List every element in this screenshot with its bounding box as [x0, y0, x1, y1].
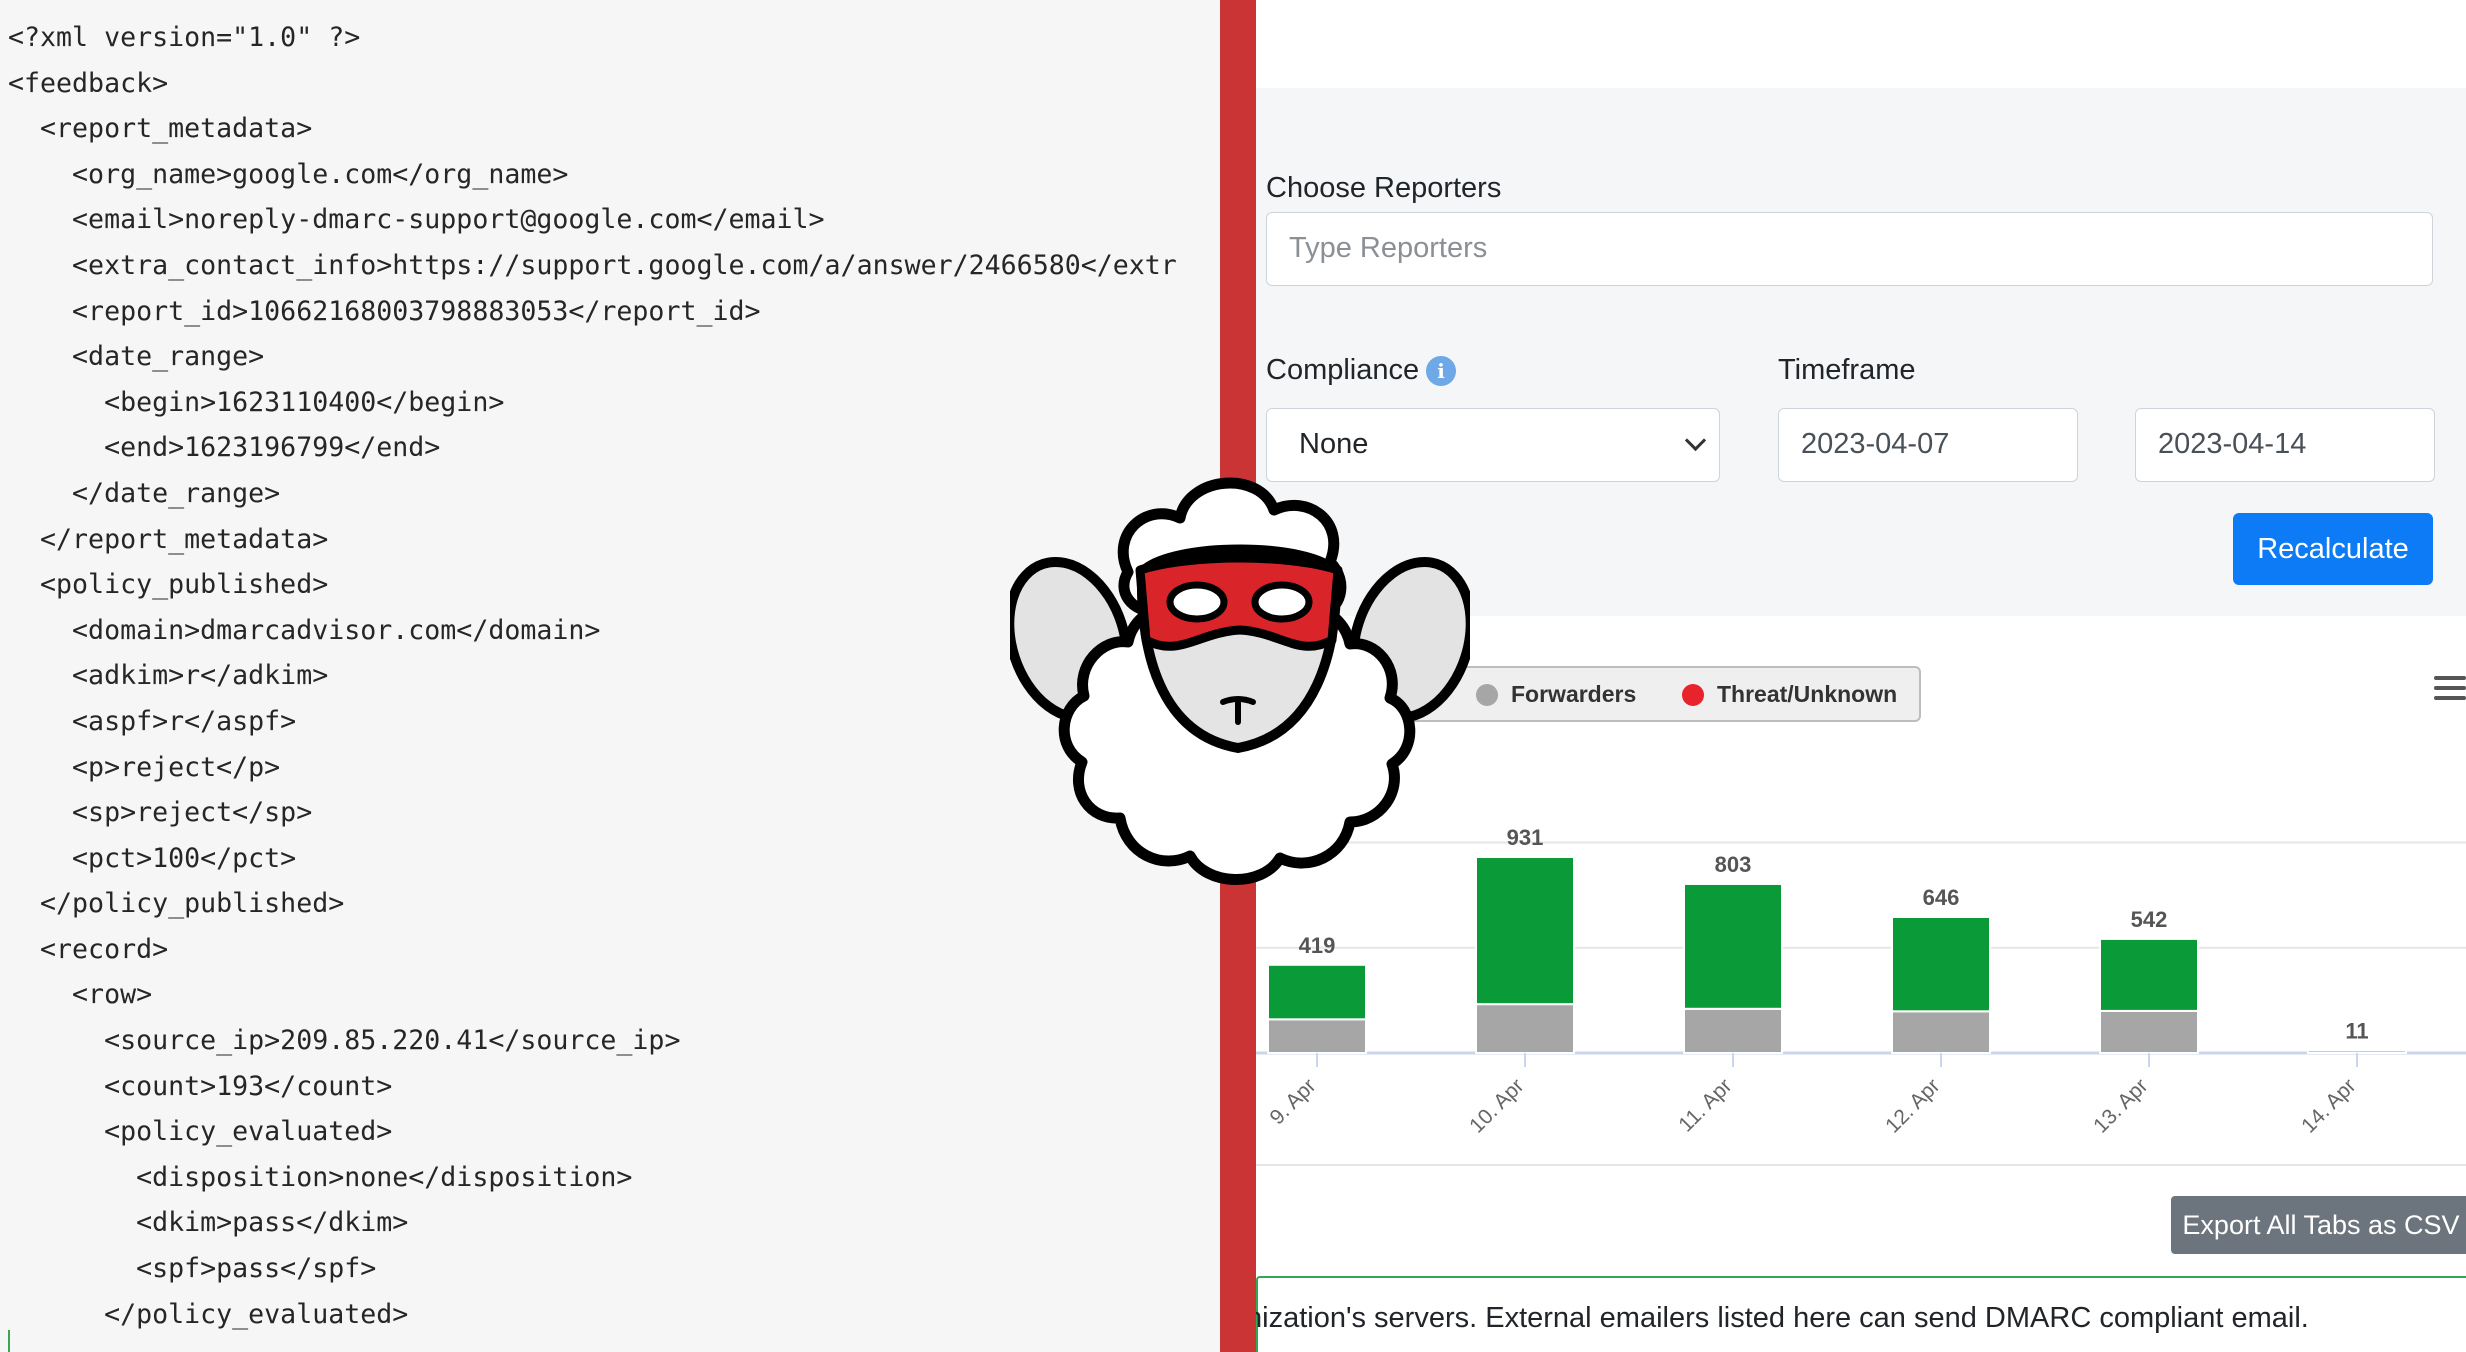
- bar-segment-compliant[interactable]: [1891, 916, 1991, 1013]
- xml-line: </policy_published>: [8, 888, 345, 920]
- xml-line: <report_id>10662168003798883053</report_…: [8, 295, 761, 327]
- legend-item-forwarders[interactable]: Forwarders: [1476, 668, 1636, 720]
- xml-line: <spf>pass</spf>: [8, 1253, 377, 1285]
- xml-line: <end>1623196799</end>: [8, 432, 441, 464]
- xml-code-block: <?xml version="1.0" ?> <feedback> <report…: [8, 15, 1177, 1337]
- notice-text: nization's servers. External emailers li…: [1256, 1302, 2309, 1334]
- info-icon[interactable]: i: [1426, 356, 1456, 386]
- bar-total-label: 11: [2345, 1019, 2368, 1044]
- bar-total-label: 419: [1299, 933, 1336, 958]
- xml-line: <report_metadata>: [8, 113, 313, 145]
- x-tick-label: 10. Apr: [1465, 1074, 1528, 1137]
- bar-segment-forwarders[interactable]: [1475, 1003, 1575, 1054]
- timeframe-label: Timeframe: [1778, 354, 1916, 386]
- xml-line: <source_ip>209.85.220.41</source_ip>: [8, 1025, 681, 1057]
- bar-segment-compliant[interactable]: [1475, 856, 1575, 1006]
- chart-x-axis: 9. Apr 10. Apr 11. Apr 12. Apr 13. Apr 14. Ap…: [1256, 1053, 2466, 1166]
- x-tick-label: 11. Apr: [1674, 1074, 1736, 1136]
- xml-line: <extra_contact_info>https://support.goog…: [8, 249, 1177, 281]
- xml-line: <feedback>: [8, 67, 169, 99]
- bar-total-label: 542: [2131, 907, 2168, 932]
- xml-line: <pct>100</pct>: [8, 842, 297, 874]
- xml-line: <date_range>: [8, 341, 265, 373]
- reporters-placeholder: Type Reporters: [1289, 232, 1488, 264]
- xml-line: <p>reject</p>: [8, 751, 281, 783]
- hamburger-menu-icon[interactable]: [2434, 676, 2466, 702]
- x-tick-label: 14. Apr: [2297, 1074, 2360, 1137]
- xml-line: <policy_evaluated>: [8, 1116, 393, 1148]
- xml-line: <count>193</count>: [8, 1070, 393, 1102]
- bar-segment-forwarders[interactable]: [2099, 1009, 2199, 1054]
- masked-sheep-logo: [1010, 477, 1470, 885]
- x-tick-label: 13. Apr: [2089, 1074, 2152, 1137]
- bar-segment-forwarders[interactable]: [1683, 1007, 1783, 1055]
- bar-segment-compliant[interactable]: [1267, 963, 1367, 1021]
- reporters-label: Choose Reporters: [1266, 172, 1502, 204]
- xml-line: <disposition>none</disposition>: [8, 1161, 633, 1193]
- xml-line: <record>: [8, 933, 169, 965]
- xml-line: </policy_evaluated>: [8, 1298, 409, 1330]
- bar-segment-compliant[interactable]: [1683, 882, 1783, 1010]
- date-from-value: 2023-04-07: [1801, 428, 1950, 460]
- compliance-value: None: [1299, 428, 1369, 460]
- xml-line: </report_metadata>: [8, 523, 329, 555]
- xml-line: <policy_published>: [8, 569, 329, 601]
- xml-line: <?xml version="1.0" ?>: [8, 22, 361, 53]
- xml-line: <sp>reject</sp>: [8, 797, 313, 829]
- legend-item-threat[interactable]: Threat/Unknown: [1682, 668, 1897, 720]
- legend-label-threat: Threat/Unknown: [1717, 681, 1898, 707]
- legend-dot-forwarders: [1476, 684, 1498, 706]
- compliance-label: Compliance: [1266, 354, 1420, 386]
- legend-dot-threat: [1682, 684, 1704, 706]
- x-tick-label: 9. Apr: [1265, 1074, 1320, 1129]
- xml-line: <adkim>r</adkim>: [8, 660, 329, 692]
- x-tick-label: 12. Apr: [1881, 1074, 1944, 1137]
- recalculate-button[interactable]: Recalculate: [2233, 513, 2433, 585]
- xml-line: <row>: [8, 979, 153, 1011]
- date-to-input[interactable]: 2023-04-14: [2135, 408, 2435, 482]
- date-to-value: 2023-04-14: [2158, 428, 2307, 460]
- chevron-down-icon: [1684, 429, 1707, 452]
- bar-total-label: 931: [1507, 825, 1544, 850]
- date-from-input[interactable]: 2023-04-07: [1778, 408, 2078, 482]
- bar-segment-forwarders[interactable]: [1891, 1010, 1991, 1055]
- xml-line: </date_range>: [8, 477, 281, 509]
- bar-total-label: 646: [1923, 885, 1960, 910]
- legend-label-forwarders: Forwarders: [1511, 681, 1637, 707]
- xml-line: <aspf>r</aspf>: [8, 705, 297, 737]
- xml-line: <email>noreply-dmarc-support@google.com<…: [8, 204, 825, 236]
- bar-segment-compliant[interactable]: [2099, 937, 2199, 1012]
- xml-line: <domain>dmarcadvisor.com</domain>: [8, 614, 601, 646]
- bar-segment-forwarders[interactable]: [1267, 1018, 1367, 1055]
- xml-line: <org_name>google.com</org_name>: [8, 158, 569, 190]
- bar-total-label: 803: [1715, 852, 1752, 877]
- export-csv-button[interactable]: Export All Tabs as CSV: [2171, 1196, 2466, 1254]
- reporters-input[interactable]: Type Reporters: [1266, 212, 2433, 286]
- xml-line: <begin>1623110400</begin>: [8, 386, 505, 418]
- text-cursor: [8, 1330, 10, 1352]
- xml-line: <dkim>pass</dkim>: [8, 1207, 409, 1239]
- bar-segment-compliant[interactable]: [2307, 1049, 2407, 1055]
